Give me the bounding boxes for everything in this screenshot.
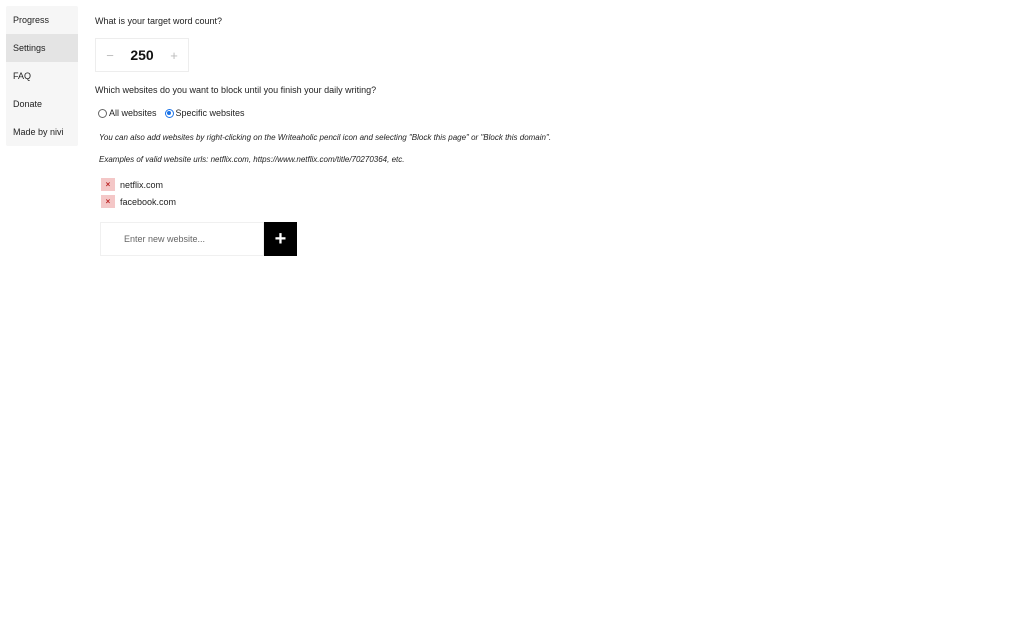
block-question: Which websites do you want to block unti… [95, 85, 377, 95]
specific-websites-label[interactable]: Specific websites [176, 108, 245, 118]
examples-hint: Examples of valid website urls: netflix.… [99, 155, 405, 164]
word-count-question: What is your target word count? [95, 16, 223, 26]
remove-site-button[interactable]: × [101, 178, 115, 191]
blocked-site-label: facebook.com [120, 196, 177, 207]
all-websites-radio[interactable] [98, 108, 107, 118]
word-count-input[interactable] [124, 47, 160, 63]
sidebar-item-donate[interactable]: Donate [6, 90, 78, 118]
remove-site-button[interactable]: × [101, 195, 115, 208]
all-websites-label[interactable]: All websites [109, 108, 157, 118]
blocked-site-row: × netflix.com [101, 178, 163, 191]
blocked-site-row: × facebook.com [101, 195, 176, 208]
sidebar-item-settings[interactable]: Settings [6, 34, 78, 62]
specific-websites-radio[interactable] [164, 108, 174, 118]
word-count-stepper: − + [95, 38, 189, 72]
decrement-button[interactable]: − [96, 48, 124, 63]
add-website-button[interactable]: + [264, 222, 297, 256]
sidebar-item-made-by[interactable]: Made by nivi [6, 118, 78, 146]
block-mode-radio-group: All websites Specific websites [98, 108, 253, 118]
blocked-site-label: netflix.com [120, 179, 164, 190]
sidebar: Progress Settings FAQ Donate Made by niv… [6, 6, 78, 146]
sidebar-item-progress[interactable]: Progress [6, 6, 78, 34]
plus-icon: + [274, 228, 287, 250]
sidebar-item-faq[interactable]: FAQ [6, 62, 78, 90]
add-site-form: + [100, 222, 297, 256]
right-click-hint: You can also add websites by right-click… [99, 133, 552, 142]
increment-button[interactable]: + [160, 48, 188, 63]
new-website-input[interactable] [100, 222, 264, 256]
